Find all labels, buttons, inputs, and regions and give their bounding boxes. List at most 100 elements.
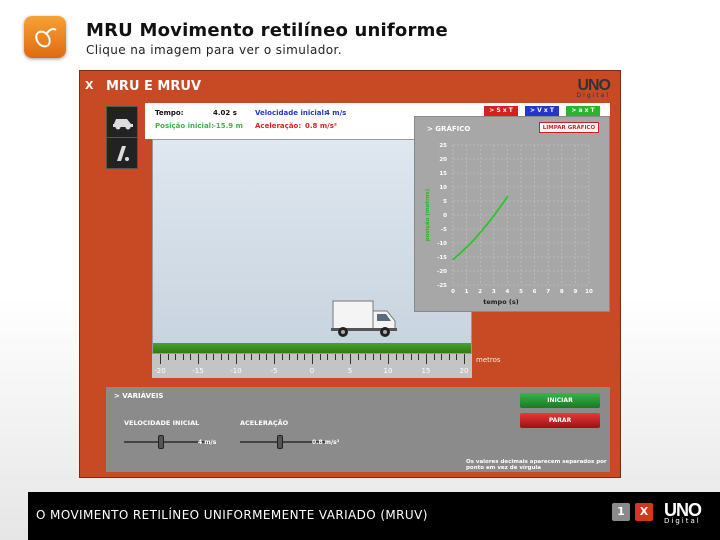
ruler-label: -5	[270, 367, 278, 375]
y-tick-label: -5	[441, 227, 447, 233]
ruler-label: -15	[192, 367, 204, 375]
y-tick-label: 20	[439, 157, 447, 163]
ruler-tick	[281, 354, 283, 360]
car-mode-button[interactable]	[106, 106, 138, 138]
x-tick-label: 9	[573, 289, 577, 295]
ruler-label: 5	[347, 367, 353, 375]
ruler-tick	[228, 354, 230, 360]
acceleration-slider-knob[interactable]	[277, 435, 283, 449]
page-subtitle: Clique na imagem para ver o simulador.	[86, 43, 342, 57]
footer-logo-sub: Digital	[664, 517, 701, 525]
ruler-tick	[350, 354, 351, 364]
ruler-tick	[448, 354, 450, 360]
ruler-tick	[441, 354, 443, 360]
y-tick-label: 0	[443, 213, 447, 219]
simulator-window[interactable]: X MRU E MRUV UNO Digital Tempo: 4.02 s P…	[79, 70, 621, 478]
footer-uno-logo: UNO Digital	[664, 500, 702, 525]
velocity-slider-label: VELOCIDADE INICIAL	[124, 419, 200, 427]
ruler-label: 10	[383, 367, 393, 375]
y-tick-label: 15	[439, 171, 447, 177]
ruler-tick	[372, 354, 374, 360]
data-point	[479, 232, 481, 234]
y-tick-label: -25	[437, 283, 447, 289]
graph-title: > GRÁFICO	[427, 125, 471, 133]
position-value: -15.9 m	[213, 122, 243, 130]
simulator-title: MRU E MRUV	[106, 79, 201, 94]
x-tick-label: 6	[533, 289, 537, 295]
time-value: 4.02 s	[213, 109, 237, 117]
data-point	[500, 205, 502, 207]
ruler-tick	[433, 354, 435, 360]
ruler-tick	[251, 354, 253, 360]
footer-title: O MOVIMENTO RETILÍNEO UNIFORMEMENTE VARI…	[36, 508, 428, 522]
ruler-label: 15	[421, 367, 431, 375]
mouse-app-icon	[24, 16, 66, 58]
data-point	[486, 223, 488, 226]
simulator-close-button[interactable]: X	[85, 79, 93, 92]
y-tick-label: 5	[443, 199, 447, 205]
data-point	[493, 215, 495, 217]
y-tick-label: 25	[439, 143, 447, 149]
ruler-tick	[456, 354, 458, 360]
graph-vxt-button[interactable]: > V x T	[525, 106, 559, 116]
ruler-tick	[198, 354, 199, 364]
ruler-tick	[426, 354, 427, 364]
close-icon[interactable]: X	[635, 503, 653, 521]
ruler-tick	[319, 354, 321, 360]
ruler-tick	[418, 354, 420, 360]
velocity-slider-knob[interactable]	[158, 435, 164, 449]
decimal-note: Os valores decimais aparecem separados p…	[466, 459, 607, 471]
velocity-value: 4 m/s	[325, 109, 347, 117]
variables-title: > VARIÁVEIS	[114, 392, 164, 400]
ruler-tick	[289, 354, 291, 360]
ruler-tick	[395, 354, 397, 360]
data-point	[459, 253, 461, 255]
x-axis-label: tempo (s)	[483, 298, 519, 306]
ruler-label: 20	[459, 367, 469, 375]
ruler-tick	[220, 354, 222, 360]
x-tick-label: 8	[560, 289, 564, 295]
pedestrian-icon	[117, 146, 129, 161]
data-point	[472, 239, 474, 242]
ruler-tick	[334, 354, 336, 360]
y-axis-label: posição (metros)	[425, 188, 431, 241]
ruler-tick	[410, 354, 412, 360]
ruler-tick	[312, 354, 313, 364]
ruler-tick	[266, 354, 268, 360]
ruler-tick	[327, 354, 329, 360]
ruler-tick	[258, 354, 260, 360]
ruler-tick	[388, 354, 389, 364]
graph-sxt-button[interactable]: > S x T	[484, 106, 518, 116]
ruler-tick	[167, 354, 169, 360]
acceleration-label: Aceleração:	[255, 122, 302, 130]
ruler-tick	[304, 354, 306, 360]
ruler-tick	[190, 354, 192, 360]
stop-button[interactable]: PARAR	[520, 413, 600, 428]
page-title: MRU Movimento retilíneo uniforme	[86, 20, 448, 41]
x-tick-label: 1	[465, 289, 469, 295]
acceleration-slider-value: 0.8 m/s²	[312, 439, 340, 446]
ruler-tick	[296, 354, 298, 360]
ruler-label: -20	[154, 367, 166, 375]
x-tick-label: 5	[519, 289, 523, 295]
ruler-tick	[357, 354, 359, 360]
acceleration-value: 0.8 m/s²	[305, 122, 337, 130]
ruler-tick	[380, 354, 382, 360]
data-point	[452, 258, 454, 261]
ruler-tick	[243, 354, 245, 360]
ruler-tick	[213, 354, 215, 360]
ruler-tick	[205, 354, 207, 360]
ruler-tick	[175, 354, 177, 360]
info-icon[interactable]: 1	[612, 503, 630, 521]
x-tick-label: 2	[478, 289, 482, 295]
ruler-tick	[365, 354, 367, 360]
clear-graph-button[interactable]: LIMPAR GRÁFICO	[539, 122, 599, 133]
ruler-unit: metros	[476, 356, 501, 364]
pedestrian-mode-button[interactable]	[106, 137, 138, 169]
ruler-label: 0	[309, 367, 315, 375]
graph-axt-button[interactable]: > a x T	[566, 106, 600, 116]
y-tick-label: 10	[439, 185, 447, 191]
start-button[interactable]: INICIAR	[520, 393, 600, 408]
data-point	[507, 195, 509, 198]
ruler-tick	[182, 354, 184, 360]
